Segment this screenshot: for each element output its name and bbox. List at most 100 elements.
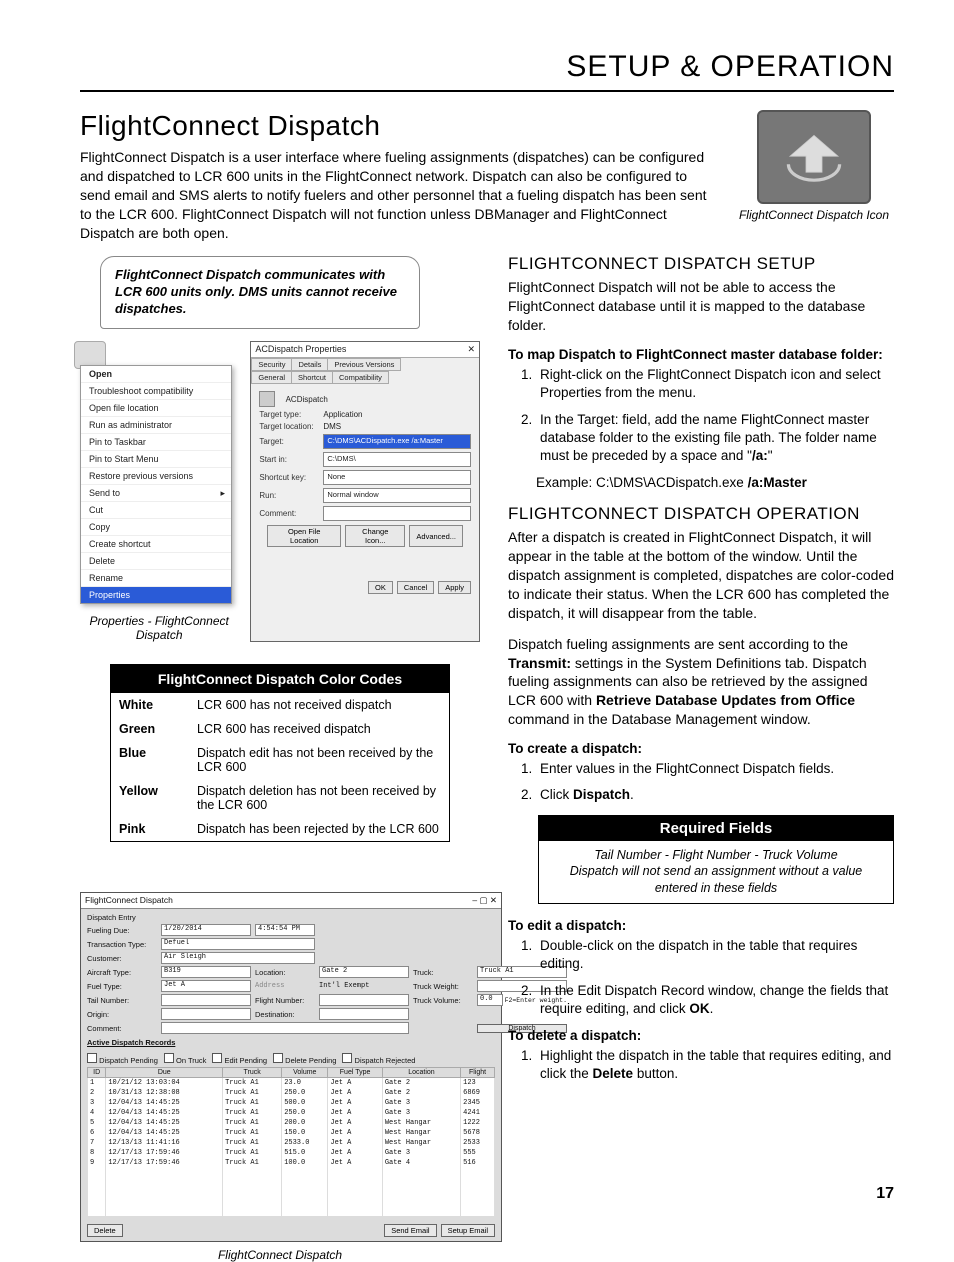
delete-steps-list: Highlight the dispatch in the table that… <box>508 1047 894 1083</box>
close-icon[interactable]: ✕ <box>467 344 475 355</box>
target-location-value: DMS <box>323 422 341 431</box>
properties-tab[interactable]: Previous Versions <box>327 358 401 371</box>
context-menu-item[interactable]: Run as administrator <box>81 416 231 433</box>
window-controls[interactable]: – ▢ ✕ <box>472 895 497 906</box>
flight-number-field[interactable] <box>319 994 409 1006</box>
table-row[interactable]: 110/21/12 13:03:04Truck A123.0Jet AGate … <box>88 1078 495 1089</box>
shortcut-field[interactable]: None <box>323 470 471 485</box>
table-column-header: ID <box>88 1068 106 1078</box>
table-cell: 23.0 <box>282 1078 328 1089</box>
table-row[interactable]: 210/31/13 12:38:08Truck A1250.0Jet AGate… <box>88 1088 495 1098</box>
checkbox[interactable] <box>87 1053 97 1063</box>
operation-paragraph-2: Dispatch fueling assignments are sent ac… <box>508 635 894 729</box>
origin-label: Origin: <box>87 1010 157 1019</box>
table-row[interactable]: 512/04/13 14:45:25Truck A1200.0Jet AWest… <box>88 1118 495 1128</box>
table-cell: Jet A <box>328 1148 382 1158</box>
run-field[interactable]: Normal window <box>323 488 471 503</box>
delete-dispatch-title: To delete a dispatch: <box>508 1028 894 1043</box>
customer-field[interactable]: Air Sleigh <box>161 952 315 964</box>
table-cell: 10/21/12 13:03:04 <box>106 1078 223 1089</box>
context-menu-item[interactable]: Create shortcut <box>81 535 231 552</box>
table-row[interactable]: 812/17/13 17:59:46Truck A1515.0Jet AGate… <box>88 1148 495 1158</box>
send-email-button[interactable]: Send Email <box>384 1224 436 1237</box>
table-cell: 6869 <box>461 1088 495 1098</box>
context-menu-item[interactable]: Pin to Taskbar <box>81 433 231 450</box>
truck-weight-label: Truck Weight: <box>413 982 473 991</box>
fuel-type-field[interactable]: Jet A <box>161 980 251 992</box>
transaction-type-field[interactable]: Defuel <box>161 938 315 950</box>
context-menu-item[interactable]: Send to <box>81 484 231 501</box>
context-menu-item[interactable]: Copy <box>81 518 231 535</box>
table-cell: 12/04/13 14:45:25 <box>106 1128 223 1138</box>
startin-field[interactable]: C:\DMS\ <box>323 452 471 467</box>
ok-button[interactable]: OK <box>368 581 393 594</box>
checkbox[interactable] <box>273 1053 283 1063</box>
delete-button[interactable]: Delete <box>87 1224 123 1237</box>
operation-paragraph-1: After a dispatch is created in FlightCon… <box>508 528 894 622</box>
checkbox[interactable] <box>164 1053 174 1063</box>
table-cell: 4241 <box>461 1108 495 1118</box>
properties-tab[interactable]: Details <box>291 358 328 371</box>
setup-email-button[interactable]: Setup Email <box>441 1224 495 1237</box>
destination-field[interactable] <box>319 1008 409 1020</box>
context-menu-item[interactable]: Pin to Start Menu <box>81 450 231 467</box>
origin-field[interactable] <box>161 1008 251 1020</box>
color-code-desc: Dispatch edit has not been received by t… <box>189 741 450 779</box>
tail-number-field[interactable] <box>161 994 251 1006</box>
table-cell: 2533 <box>461 1138 495 1148</box>
truck-volume-field[interactable]: 0.0 <box>477 994 503 1006</box>
properties-dialog: ACDispatch Properties ✕ SecurityDetailsP… <box>250 341 480 642</box>
context-menu-item[interactable]: Rename <box>81 569 231 586</box>
checkbox[interactable] <box>342 1053 352 1063</box>
location-field[interactable]: Gate 2 <box>319 966 409 978</box>
table-row[interactable]: 712/13/13 11:41:16Truck A12533.0Jet AWes… <box>88 1138 495 1148</box>
cancel-button[interactable]: Cancel <box>397 581 434 594</box>
table-cell: 5 <box>88 1118 106 1128</box>
table-column-header: Truck <box>223 1068 282 1078</box>
context-menu-item[interactable]: Troubleshoot compatibility <box>81 382 231 399</box>
properties-tabs-row1: SecurityDetailsPrevious Versions <box>251 358 479 371</box>
properties-tab[interactable]: General <box>251 371 292 384</box>
context-menu-item[interactable]: Delete <box>81 552 231 569</box>
table-cell: Jet A <box>328 1078 382 1089</box>
table-row[interactable]: 912/17/13 17:59:46Truck A1100.0Jet AGate… <box>88 1158 495 1168</box>
table-row[interactable]: 612/04/13 14:45:25Truck A1150.0Jet AWest… <box>88 1128 495 1138</box>
comment-field[interactable] <box>323 506 471 521</box>
intl-exempt-checkbox-label: Int'l Exempt <box>319 982 409 990</box>
context-menu-item[interactable]: Cut <box>81 501 231 518</box>
dispatch-comment-field[interactable] <box>161 1022 409 1034</box>
apply-button[interactable]: Apply <box>438 581 471 594</box>
dialog-button[interactable]: Advanced... <box>409 525 463 547</box>
table-cell: 1 <box>88 1078 106 1089</box>
table-row[interactable]: 312/04/13 14:45:25Truck A1500.0Jet AGate… <box>88 1098 495 1108</box>
properties-tab[interactable]: Shortcut <box>291 371 333 384</box>
dialog-button[interactable]: Open File Location <box>267 525 341 547</box>
context-menu-item[interactable]: Properties <box>81 586 231 603</box>
properties-tab[interactable]: Compatibility <box>332 371 389 384</box>
aircraft-type-field[interactable]: B319 <box>161 966 251 978</box>
example-bold: /a:Master <box>748 475 807 490</box>
flightconnect-dispatch-window: FlightConnect Dispatch – ▢ ✕ Dispatch En… <box>80 892 502 1242</box>
destination-label: Destination: <box>255 1010 315 1019</box>
table-cell: Jet A <box>328 1158 382 1168</box>
context-menu-item[interactable]: Open file location <box>81 399 231 416</box>
checkbox[interactable] <box>212 1053 222 1063</box>
target-field[interactable]: C:\DMS\ACDispatch.exe /a:Master <box>323 434 471 449</box>
operation-heading: FLIGHTCONNECT DISPATCH OPERATION <box>508 504 894 524</box>
dialog-button[interactable]: Change Icon... <box>345 525 405 547</box>
properties-tab[interactable]: Security <box>251 358 292 371</box>
icon-figure: FlightConnect Dispatch Icon <box>734 110 894 222</box>
context-menu-item[interactable]: Open <box>81 366 231 382</box>
table-cell: 250.0 <box>282 1108 328 1118</box>
fueling-due-label: Fueling Due: <box>87 926 157 935</box>
target-location-label: Target location: <box>259 422 319 431</box>
fueling-due-date-field[interactable]: 1/20/2014 <box>161 924 251 936</box>
list-item: Right-click on the FlightConnect Dispatc… <box>536 366 894 402</box>
table-row[interactable]: 412/04/13 14:45:25Truck A1250.0Jet AGate… <box>88 1108 495 1118</box>
context-menu-item[interactable]: Restore previous versions <box>81 467 231 484</box>
table-cell: 12/17/13 17:59:46 <box>106 1158 223 1168</box>
active-dispatch-records-label: Active Dispatch Records <box>87 1038 175 1047</box>
table-cell: 4 <box>88 1108 106 1118</box>
fueling-due-time-field[interactable]: 4:54:54 PM <box>255 924 315 936</box>
target-type-value: Application <box>323 410 362 419</box>
